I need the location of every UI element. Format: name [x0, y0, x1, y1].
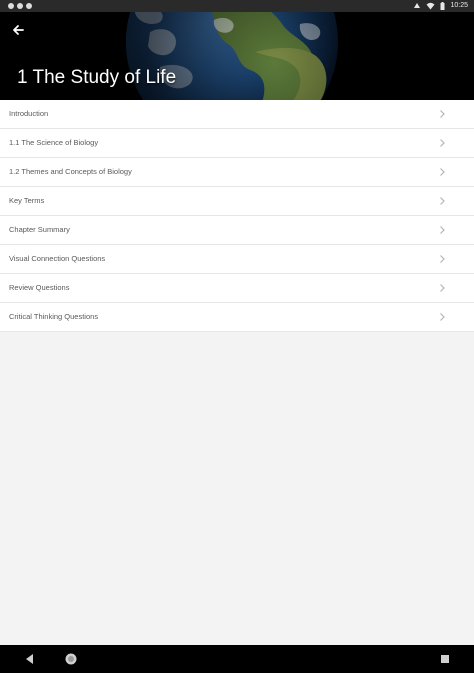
page-title: 1 The Study of Life [17, 67, 177, 88]
toc-item-key-terms[interactable]: Key Terms [0, 187, 474, 216]
toc-item-themes-and-concepts[interactable]: 1.2 Themes and Concepts of Biology [0, 158, 474, 187]
toc-item-label: Chapter Summary [9, 225, 70, 234]
notification-icon [26, 3, 32, 9]
table-of-contents: Introduction 1.1 The Science of Biology … [0, 100, 474, 332]
chevron-right-icon [440, 313, 445, 321]
notification-icons [8, 0, 32, 12]
toc-item-label: Key Terms [9, 196, 45, 205]
status-bar: 10:25 [0, 0, 474, 12]
status-time: 10:25 [450, 2, 468, 9]
wifi-icon [426, 2, 435, 10]
toc-item-label: 1.1 The Science of Biology [9, 138, 99, 147]
battery-icon [440, 2, 445, 10]
notification-icon [8, 3, 14, 9]
chevron-right-icon [440, 110, 445, 118]
toc-item-critical-thinking-questions[interactable]: Critical Thinking Questions [0, 303, 474, 332]
toc-item-label: Introduction [9, 109, 49, 118]
chevron-right-icon [440, 255, 445, 263]
chevron-right-icon [440, 168, 445, 176]
toc-item-label: Review Questions [9, 283, 70, 292]
toc-item-label: Visual Connection Questions [9, 254, 106, 263]
triangle-back-icon[interactable] [24, 653, 35, 665]
toc-item-review-questions[interactable]: Review Questions [0, 274, 474, 303]
toc-item-label: 1.2 Themes and Concepts of Biology [9, 167, 132, 176]
chapter-header: 1 The Study of Life [0, 12, 474, 100]
toc-item-visual-connection-questions[interactable]: Visual Connection Questions [0, 245, 474, 274]
chevron-right-icon [440, 226, 445, 234]
toc-item-science-of-biology[interactable]: 1.1 The Science of Biology [0, 129, 474, 158]
system-icons: 10:25 [413, 0, 468, 12]
toc-item-introduction[interactable]: Introduction [0, 100, 474, 129]
square-recents-icon[interactable] [440, 654, 450, 664]
app-screen: 10:25 1 The Study of Life Introduction 1… [0, 0, 474, 673]
toc-item-label: Critical Thinking Questions [9, 312, 99, 321]
chevron-right-icon [440, 139, 445, 147]
back-button[interactable] [8, 20, 28, 40]
notification-icon [17, 3, 23, 9]
chevron-right-icon [440, 284, 445, 292]
toc-item-chapter-summary[interactable]: Chapter Summary [0, 216, 474, 245]
system-navigation-bar [0, 645, 474, 673]
home-circle-icon[interactable] [64, 652, 78, 666]
arrow-left-icon [13, 25, 24, 35]
chevron-right-icon [440, 197, 445, 205]
signal-icon [414, 3, 421, 8]
